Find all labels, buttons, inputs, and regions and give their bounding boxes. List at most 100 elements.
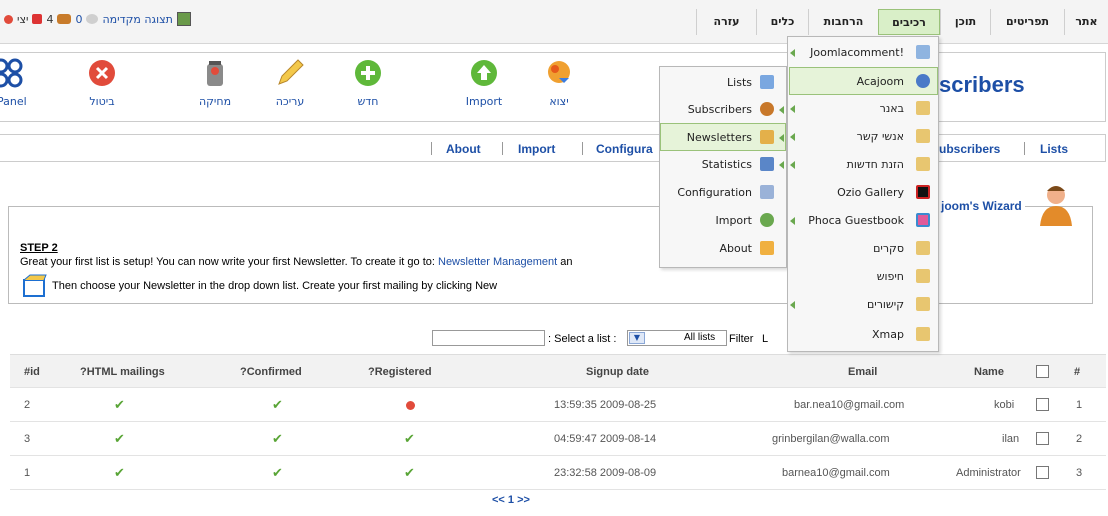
pagination[interactable]: << 1 >> xyxy=(492,494,530,506)
menu-item-ozio-gallery[interactable]: Ozio Gallery xyxy=(788,179,938,207)
menu-item-acajoom[interactable]: Acajoom xyxy=(789,67,938,95)
cpanel-button[interactable]: CPanel xyxy=(0,58,36,108)
submenu-import[interactable]: Import xyxy=(518,142,555,156)
check-icon: ✔ xyxy=(272,431,283,446)
select-all-checkbox[interactable] xyxy=(1036,365,1049,378)
submenu-divider xyxy=(502,142,503,155)
guestbook-icon xyxy=(916,213,930,227)
logout-link[interactable]: יצי xyxy=(17,13,28,26)
preview-icon[interactable] xyxy=(176,12,191,26)
menu-item-label: Statistics xyxy=(701,158,752,171)
component-icon xyxy=(916,157,930,171)
check-icon: ✔ xyxy=(404,431,415,446)
submenu-divider xyxy=(1024,142,1025,155)
tab-content[interactable]: תוכן xyxy=(940,9,990,35)
tab-components[interactable]: רכיבים xyxy=(878,9,940,35)
wizard-avatar-icon xyxy=(1040,186,1072,226)
header-name[interactable]: Name xyxy=(974,355,1004,389)
check-icon: ✔ xyxy=(114,397,125,412)
list-select[interactable]: ▼ All lists xyxy=(627,330,727,346)
menu-item-subscribers[interactable]: Subscribers xyxy=(660,96,786,124)
status-bar: יצי 4 0 תצוגה מקדימה xyxy=(4,12,191,26)
logout-icon[interactable] xyxy=(4,14,13,24)
header-signup[interactable]: Signup date xyxy=(586,355,649,389)
menu-item-phoca-guestbook[interactable]: Phoca Guestbook xyxy=(788,207,938,235)
preview-link[interactable]: תצוגה מקדימה xyxy=(102,13,172,26)
menu-item-xmap[interactable]: Xmap xyxy=(788,321,938,349)
list-select-value: All lists xyxy=(684,332,716,343)
chevron-left-icon xyxy=(779,134,784,142)
menu-item-label: באנר xyxy=(879,102,904,115)
filter-input[interactable] xyxy=(432,330,545,346)
lists-icon xyxy=(760,75,774,89)
tab-help[interactable]: עזרה xyxy=(696,9,756,35)
tab-tools[interactable]: כלים xyxy=(756,9,808,35)
filter-label: Filter xyxy=(729,333,754,345)
table-row: 3 ✔ ✔ ✔ 04:59:47 2009-08-14 grinbergilan… xyxy=(10,422,1106,456)
row-name-link[interactable]: Administrator xyxy=(956,456,1021,490)
menu-item-contacts[interactable]: אנשי קשר xyxy=(788,123,938,151)
tab-menus[interactable]: תפריטים xyxy=(990,9,1064,35)
submenu-subscribers[interactable]: ubscribers xyxy=(939,142,1000,156)
menu-item-label: Ozio Gallery xyxy=(837,186,904,199)
row-checkbox[interactable] xyxy=(1036,432,1049,445)
menu-item-about[interactable]: About xyxy=(660,235,786,263)
wizard-message: Great your first list is setup! You can … xyxy=(20,256,573,268)
menu-item-newsfeeds[interactable]: הזנת חדשות xyxy=(788,151,938,179)
chevron-left-icon xyxy=(790,217,795,225)
row-name-link[interactable]: kobi xyxy=(994,388,1014,422)
menu-item-joomlacomment[interactable]: Joomlacomment! xyxy=(788,39,938,67)
export-label: יצוא xyxy=(549,95,569,108)
submenu-configuration[interactable]: Configura xyxy=(596,142,653,156)
chevron-left-icon xyxy=(790,105,795,113)
menu-item-configuration[interactable]: Configuration xyxy=(660,179,786,207)
menu-item-polls[interactable]: סקרים xyxy=(788,235,938,263)
cpanel-icon xyxy=(0,58,23,88)
submenu-divider xyxy=(431,142,432,155)
export-button[interactable]: יצוא xyxy=(531,58,587,108)
new-button[interactable]: חדש xyxy=(340,58,396,108)
tab-extensions[interactable]: הרחבות xyxy=(808,9,878,35)
header-email[interactable]: Email xyxy=(848,355,877,389)
edit-button[interactable]: עריכה xyxy=(262,58,318,108)
comment-icon xyxy=(916,45,930,59)
chevron-down-icon[interactable]: ▼ xyxy=(629,332,645,344)
submenu-about[interactable]: About xyxy=(446,142,481,156)
table-header: #id ?HTML mailings ?Confirmed ?Registere… xyxy=(10,354,1106,388)
component-icon xyxy=(916,327,930,341)
messages-count[interactable]: 0 xyxy=(75,13,82,26)
row-name-link[interactable]: ilan xyxy=(1002,422,1019,456)
check-icon: ✔ xyxy=(114,431,125,446)
menu-item-statistics[interactable]: Statistics xyxy=(660,151,786,179)
menu-item-banner[interactable]: באנר xyxy=(788,95,938,123)
row-checkbox[interactable] xyxy=(1036,466,1049,479)
header-confirmed[interactable]: ?Confirmed xyxy=(240,355,302,389)
header-html[interactable]: ?HTML mailings xyxy=(80,355,165,389)
header-registered[interactable]: ?Registered xyxy=(368,355,432,389)
menu-item-lists[interactable]: Lists xyxy=(660,69,786,97)
wizard-box-icon xyxy=(23,274,47,297)
submenu-lists[interactable]: Lists xyxy=(1040,142,1068,156)
cancel-icon xyxy=(89,60,115,86)
tab-site[interactable]: אתר xyxy=(1064,9,1108,35)
cancel-button[interactable]: ביטול xyxy=(74,58,130,108)
delete-button[interactable]: מחיקה xyxy=(187,58,243,108)
menu-item-import[interactable]: Import xyxy=(660,207,786,235)
newsletter-management-link[interactable]: Newsletter Management xyxy=(438,256,557,268)
menu-item-search[interactable]: חיפוש xyxy=(788,263,938,291)
header-id[interactable]: #id xyxy=(24,355,40,389)
menu-item-label: Configuration xyxy=(677,186,752,199)
menu-item-label: Phoca Guestbook xyxy=(808,214,904,227)
cpanel-label: CPanel xyxy=(0,95,27,108)
menu-item-label: Acajoom xyxy=(856,75,904,88)
component-icon xyxy=(916,269,930,283)
menu-item-newsletters[interactable]: Newsletters xyxy=(660,123,786,151)
import-button[interactable]: Import xyxy=(456,58,512,108)
configuration-icon xyxy=(760,185,774,199)
delete-icon xyxy=(207,61,223,86)
cancel-label: ביטול xyxy=(89,95,115,108)
import-icon xyxy=(471,60,497,86)
chevron-left-icon xyxy=(790,301,795,309)
row-checkbox[interactable] xyxy=(1036,398,1049,411)
menu-item-weblinks[interactable]: קישורים xyxy=(788,291,938,319)
